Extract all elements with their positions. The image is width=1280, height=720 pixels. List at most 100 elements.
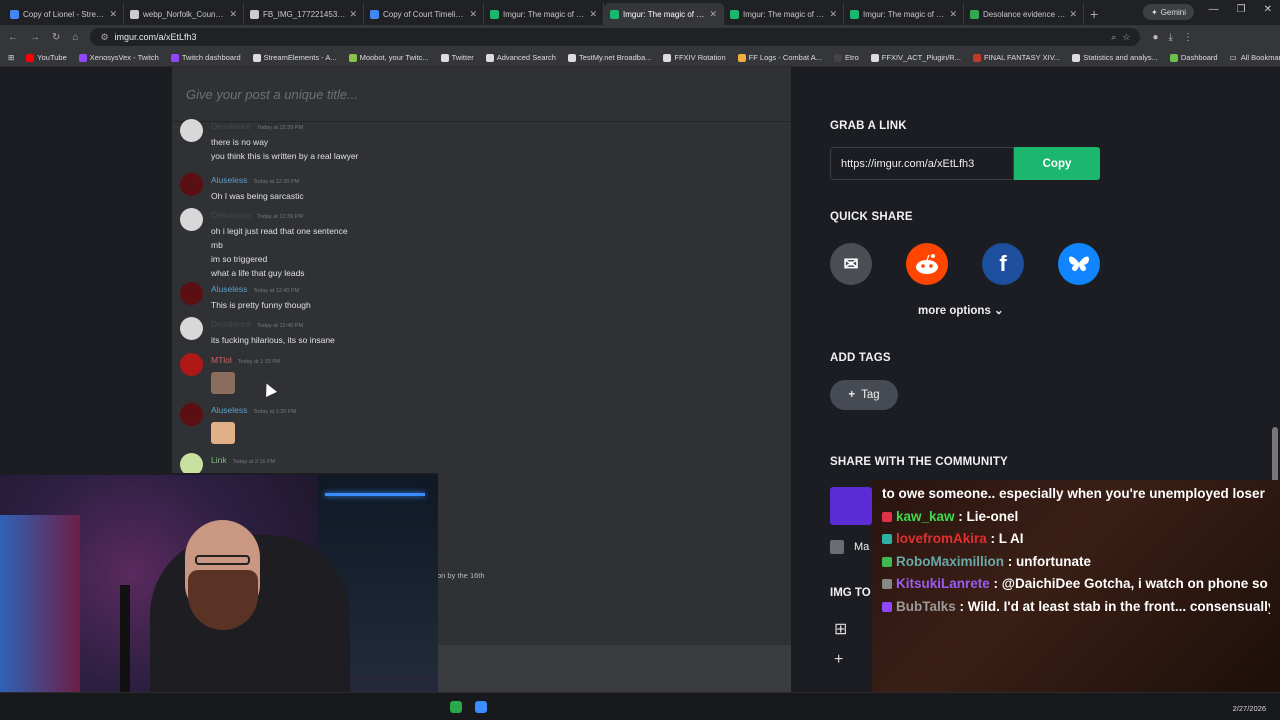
- close-tab-icon[interactable]: ✕: [469, 9, 477, 20]
- bookmark-favicon: [26, 53, 35, 62]
- more-options-label: more options: [918, 305, 991, 317]
- bookmark-item[interactable]: XenosysVex - Twitch: [78, 53, 159, 62]
- download-icon[interactable]: ⤓: [1168, 32, 1172, 43]
- bookmark-item[interactable]: FFXIV Rotation: [663, 53, 726, 62]
- bookmark-item[interactable]: YouTube: [26, 53, 67, 62]
- browser-tab[interactable]: Imgur: The magic of the ✕: [724, 3, 844, 25]
- close-window-icon[interactable]: ✕: [1264, 4, 1272, 15]
- bookmark-item[interactable]: Moobot, your Twitc...: [348, 53, 429, 62]
- tab-title: Desolance evidence she: [983, 9, 1066, 19]
- username[interactable]: Aluseless: [211, 403, 247, 417]
- username[interactable]: Link: [211, 453, 227, 467]
- restore-icon[interactable]: ❐: [1237, 4, 1246, 15]
- bookmark-item[interactable]: StreamElements - A...: [252, 53, 337, 62]
- new-tab-button[interactable]: +: [1090, 3, 1098, 25]
- gemini-button[interactable]: ✦ Gemini: [1142, 4, 1194, 20]
- bookmark-star-icon[interactable]: ☆: [1122, 32, 1130, 43]
- bookmark-item[interactable]: Twitch dashboard: [170, 53, 241, 62]
- bookmark-label: FF Logs - Combat A...: [748, 53, 823, 62]
- all-bookmarks[interactable]: ▭All Bookmarks: [1230, 53, 1280, 62]
- apps-icon[interactable]: ⊞: [8, 53, 14, 62]
- bookmark-item[interactable]: Twitter: [440, 53, 474, 62]
- close-tab-icon[interactable]: ✕: [829, 9, 837, 20]
- add-icon[interactable]: +: [834, 651, 843, 669]
- bookmark-favicon: [440, 53, 449, 62]
- minimize-icon[interactable]: —: [1209, 4, 1219, 15]
- username[interactable]: MTlol: [211, 353, 232, 367]
- grid-icon[interactable]: ⊞: [834, 619, 847, 639]
- address-bar[interactable]: ⚙ imgur.com/a/xEtLfh3 ⌕ ☆: [90, 28, 1141, 46]
- username[interactable]: Desolance: [211, 208, 251, 222]
- copy-button[interactable]: Copy: [1014, 147, 1100, 180]
- mature-checkbox[interactable]: [830, 540, 844, 554]
- bookmark-favicon: [663, 53, 672, 62]
- browser-tab[interactable]: Imgur: The magic of the ✕: [844, 3, 964, 25]
- scrollbar[interactable]: [1272, 427, 1278, 482]
- close-tab-icon[interactable]: ✕: [349, 9, 357, 20]
- tab-favicon: [970, 9, 979, 19]
- browser-tab[interactable]: Copy of Court Timeline - ✕: [364, 3, 484, 25]
- app-icon[interactable]: [450, 701, 462, 713]
- username[interactable]: Desolance: [211, 119, 251, 133]
- browser-tab[interactable]: Desolance evidence she ✕: [964, 3, 1084, 25]
- bookmark-item[interactable]: Advanced Search: [485, 53, 556, 62]
- bookmark-item[interactable]: TestMy.net Broadba...: [567, 53, 651, 62]
- username[interactable]: Aluseless: [211, 282, 247, 296]
- browser-tab[interactable]: Imgur: The magic of the ✕: [484, 3, 604, 25]
- facebook-share-button[interactable]: f: [982, 243, 1024, 285]
- close-tab-icon[interactable]: ✕: [229, 9, 237, 20]
- home-icon[interactable]: ⌂: [72, 32, 78, 43]
- plus-icon: +: [848, 389, 856, 401]
- bookmark-item[interactable]: FFXIV_ACT_Plugin/R...: [870, 53, 961, 62]
- zoom-icon[interactable]: ⌕: [1111, 32, 1116, 43]
- bookmark-item[interactable]: FF Logs - Combat A...: [737, 53, 823, 62]
- close-tab-icon[interactable]: ✕: [1069, 9, 1077, 20]
- app-icon[interactable]: [475, 701, 487, 713]
- message-image[interactable]: [211, 422, 235, 444]
- more-options-button[interactable]: more options ⌄: [918, 303, 1004, 317]
- email-share-button[interactable]: ✉: [830, 243, 872, 285]
- bookmark-label: Statistics and analys...: [1083, 53, 1158, 62]
- reddit-share-button[interactable]: [906, 243, 948, 285]
- extension-icon[interactable]: ●: [1152, 32, 1158, 43]
- avatar[interactable]: [180, 208, 203, 231]
- community-share-button[interactable]: [830, 487, 872, 525]
- bookmark-item[interactable]: FINAL FANTASY XIV...: [972, 53, 1060, 62]
- bookmark-item[interactable]: Etro: [834, 53, 859, 62]
- chat-username: RoboMaximillion: [896, 553, 1004, 569]
- taskbar: 2/27/2026: [0, 692, 1280, 720]
- username[interactable]: Aluseless: [211, 173, 247, 187]
- reload-icon[interactable]: ↻: [52, 32, 60, 43]
- post-title-input[interactable]: Give your post a unique title...: [172, 67, 791, 122]
- menu-icon[interactable]: ⋮: [1183, 32, 1193, 43]
- back-icon[interactable]: ←: [8, 32, 18, 43]
- tab-favicon: [490, 9, 499, 19]
- avatar[interactable]: [180, 353, 203, 376]
- close-tab-icon[interactable]: ✕: [709, 9, 717, 20]
- browser-tab[interactable]: Copy of Lionel - Stream/✕: [4, 3, 124, 25]
- close-tab-icon[interactable]: ✕: [109, 9, 117, 20]
- chat-text: : L AI: [986, 531, 1024, 546]
- avatar[interactable]: [180, 282, 203, 305]
- avatar[interactable]: [180, 119, 203, 142]
- chat-text: : Lie-onel: [954, 508, 1019, 524]
- site-info-icon[interactable]: ⚙: [100, 32, 108, 43]
- browser-tab[interactable]: Imgur: The magic of the ✕: [604, 3, 724, 25]
- bluesky-share-button[interactable]: [1058, 243, 1100, 285]
- bookmark-item[interactable]: Dashboard: [1169, 53, 1218, 62]
- avatar[interactable]: [180, 403, 203, 426]
- avatar[interactable]: [180, 317, 203, 340]
- add-tag-button[interactable]: + Tag: [830, 380, 898, 410]
- close-tab-icon[interactable]: ✕: [589, 9, 597, 20]
- link-input[interactable]: https://imgur.com/a/xEtLfh3: [830, 147, 1014, 180]
- message-image[interactable]: [211, 372, 235, 394]
- avatar[interactable]: [180, 173, 203, 196]
- chat-message: Desolance Today at 12:40 PM its fucking hi…: [180, 317, 335, 347]
- username[interactable]: Desolance: [211, 317, 251, 331]
- browser-tab[interactable]: FB_IMG_17722145314 15✕: [244, 3, 364, 25]
- forward-icon[interactable]: →: [30, 32, 40, 43]
- browser-tab[interactable]: webp_Norfolk_County_C ✕: [124, 3, 244, 25]
- bookmark-item[interactable]: Statistics and analys...: [1072, 53, 1158, 62]
- close-tab-icon[interactable]: ✕: [949, 9, 957, 20]
- bookmarks-bar: ⊞ YouTube XenosysVex - Twitch Twitch dashb…: [0, 49, 1280, 67]
